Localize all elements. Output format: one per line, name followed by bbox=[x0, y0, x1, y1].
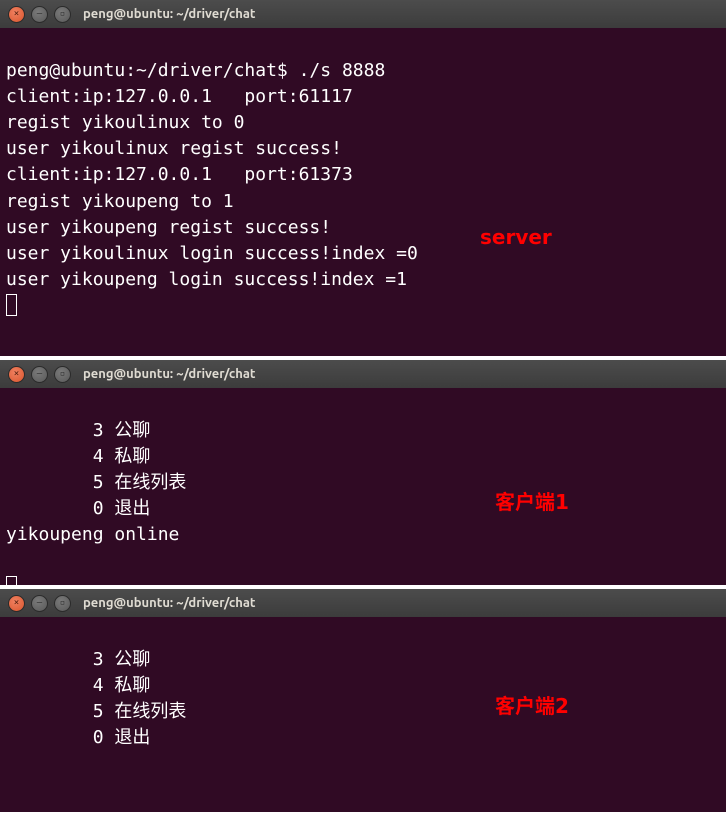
minimize-icon[interactable]: – bbox=[31, 6, 48, 23]
output-line: client:ip:127.0.0.1 port:61373 bbox=[6, 164, 353, 185]
annotation-label: server bbox=[480, 223, 552, 252]
output-line: regist yikoupeng to 1 bbox=[6, 191, 234, 212]
terminal-output[interactable]: peng@ubuntu:~/driver/chat$ ./s 8888 clie… bbox=[0, 28, 726, 356]
output-line: user yikoupeng regist success! bbox=[6, 217, 331, 238]
cursor-icon bbox=[6, 576, 17, 585]
maximize-icon[interactable]: ▫ bbox=[54, 595, 71, 612]
close-icon[interactable]: × bbox=[8, 595, 25, 612]
maximize-icon[interactable]: ▫ bbox=[54, 6, 71, 23]
minimize-icon[interactable]: – bbox=[31, 595, 48, 612]
output-line: user yikoupeng login success!index =1 bbox=[6, 269, 407, 290]
terminal-window-server: × – ▫ peng@ubuntu: ~/driver/chat peng@ub… bbox=[0, 0, 726, 356]
menu-option: 0 退出 bbox=[6, 727, 150, 748]
maximize-icon[interactable]: ▫ bbox=[54, 366, 71, 383]
cursor-icon bbox=[6, 294, 17, 316]
output-line: peng@ubuntu:~/driver/chat$ ./s 8888 bbox=[6, 60, 385, 81]
output-line: yikoupeng online bbox=[6, 524, 179, 545]
menu-option: 3 公聊 bbox=[6, 649, 150, 670]
terminal-window-client2: × – ▫ peng@ubuntu: ~/driver/chat 3 公聊 4 … bbox=[0, 589, 726, 812]
terminal-output[interactable]: 3 公聊 4 私聊 5 在线列表 0 退出 yikoupeng online 客… bbox=[0, 388, 726, 585]
menu-option: 4 私聊 bbox=[6, 446, 150, 467]
menu-option: 3 公聊 bbox=[6, 420, 150, 441]
window-title: peng@ubuntu: ~/driver/chat bbox=[83, 367, 255, 381]
titlebar[interactable]: × – ▫ peng@ubuntu: ~/driver/chat bbox=[0, 0, 726, 28]
terminal-window-client1: × – ▫ peng@ubuntu: ~/driver/chat 3 公聊 4 … bbox=[0, 360, 726, 585]
menu-option: 5 在线列表 bbox=[6, 701, 186, 722]
output-line: regist yikoulinux to 0 bbox=[6, 112, 244, 133]
window-title: peng@ubuntu: ~/driver/chat bbox=[83, 7, 255, 21]
menu-option: 4 私聊 bbox=[6, 675, 150, 696]
titlebar[interactable]: × – ▫ peng@ubuntu: ~/driver/chat bbox=[0, 360, 726, 388]
titlebar[interactable]: × – ▫ peng@ubuntu: ~/driver/chat bbox=[0, 589, 726, 617]
annotation-label: 客户端1 bbox=[495, 488, 569, 517]
window-title: peng@ubuntu: ~/driver/chat bbox=[83, 596, 255, 610]
output-line: user yikoulinux regist success! bbox=[6, 138, 342, 159]
annotation-label: 客户端2 bbox=[495, 692, 569, 721]
minimize-icon[interactable]: – bbox=[31, 366, 48, 383]
close-icon[interactable]: × bbox=[8, 366, 25, 383]
close-icon[interactable]: × bbox=[8, 6, 25, 23]
terminal-output[interactable]: 3 公聊 4 私聊 5 在线列表 0 退出 客户端2 bbox=[0, 617, 726, 812]
output-line: user yikoulinux login success!index =0 bbox=[6, 243, 418, 264]
output-line: client:ip:127.0.0.1 port:61117 bbox=[6, 86, 353, 107]
menu-option: 5 在线列表 bbox=[6, 472, 186, 493]
menu-option: 0 退出 bbox=[6, 498, 150, 519]
